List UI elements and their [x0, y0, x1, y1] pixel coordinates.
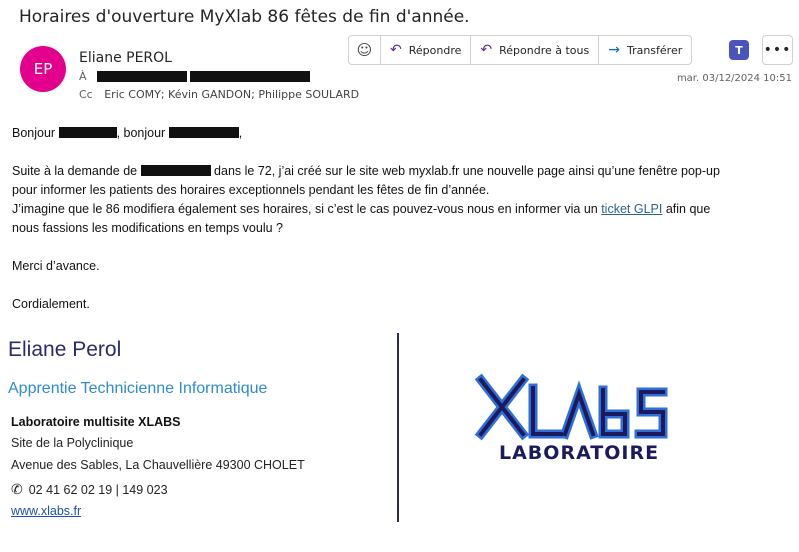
teams-icon: T — [729, 40, 749, 60]
signature-site: Site de la Polyclinique — [11, 436, 134, 450]
reply-button[interactable]: ↶ Répondre — [381, 36, 472, 64]
reaction-button[interactable]: ☺ — [349, 36, 381, 64]
message-body: Bonjour , bonjour , Suite à la demande d… — [12, 124, 797, 314]
redacted-recipient — [96, 71, 187, 82]
forward-button[interactable]: → Transférer — [599, 36, 691, 64]
cc-label: Cc — [79, 88, 93, 101]
redacted-name — [58, 127, 117, 138]
paragraph-line: pour informer les patients des horaires … — [12, 183, 490, 197]
more-icon: ••• — [763, 42, 792, 58]
to-row: À — [79, 70, 310, 83]
reply-label: Répondre — [408, 43, 462, 57]
logo-subtitle: LABORATOIRE — [499, 442, 660, 464]
signature-name: Eliane Perol — [8, 338, 122, 361]
phone-icon: ✆ — [11, 481, 23, 497]
forward-icon: → — [608, 42, 620, 58]
greeting-line: Bonjour , bonjour , — [12, 124, 797, 143]
cc-recipients[interactable]: Eric COMY; Kévin GANDON; Philippe SOULAR… — [104, 88, 359, 101]
reply-all-label: Répondre à tous — [499, 43, 590, 57]
redacted-name — [168, 127, 239, 138]
signature-phone: ✆ 02 41 62 02 19 | 149 023 — [11, 481, 168, 498]
redacted-name — [140, 165, 211, 176]
reply-all-button[interactable]: ↶ Répondre à tous — [471, 36, 600, 64]
to-label: À — [79, 70, 87, 83]
sender-name[interactable]: Eliane PEROL — [79, 50, 172, 66]
greeting-text: , — [238, 126, 243, 140]
email-subject: Horaires d'ouverture MyXlab 86 fêtes de … — [19, 7, 470, 27]
redacted-recipient — [189, 71, 310, 82]
signature-divider — [397, 333, 399, 522]
thanks-line: Merci d’avance. — [12, 259, 100, 273]
paragraph-text: Suite à la demande de — [12, 164, 141, 178]
reply-all-icon: ↶ — [480, 42, 493, 58]
signature-title: Apprentie Technicienne Informatique — [8, 380, 268, 397]
smiley-icon: ☺ — [356, 41, 373, 59]
paragraph-line: nous fassions les modifications en temps… — [12, 221, 283, 235]
more-actions-button[interactable]: ••• — [762, 35, 793, 65]
paragraph-line: J’imagine que le 86 modifiera également … — [12, 200, 797, 219]
forward-label: Transférer — [626, 43, 683, 57]
greeting-text: , bonjour — [116, 126, 169, 140]
greeting-text: Bonjour — [12, 126, 59, 140]
signature-lab: Laboratoire multisite XLABS — [11, 415, 181, 429]
message-date: mar. 03/12/2024 10:51 — [676, 73, 792, 84]
avatar[interactable]: EP — [20, 46, 66, 92]
closing-line: Cordialement. — [12, 297, 90, 311]
ticket-glpi-link[interactable]: ticket GLPI — [601, 202, 662, 216]
paragraph-line: Suite à la demande de dans le 72, j’ai c… — [12, 162, 797, 181]
signature-website-link[interactable]: www.xlabs.fr — [11, 504, 81, 518]
paragraph-text: J’imagine que le 86 modifiera également … — [12, 202, 602, 216]
cc-row: Cc Eric COMY; Kévin GANDON; Philippe SOU… — [79, 88, 359, 101]
teams-button[interactable]: T — [724, 35, 754, 65]
paragraph-text: dans le 72, j’ai créé sur le site web my… — [210, 164, 720, 178]
phone-number: 02 41 62 02 19 | 149 023 — [28, 483, 168, 497]
paragraph-text: afin que — [662, 202, 711, 216]
message-toolbar: ☺ ↶ Répondre ↶ Répondre à tous → Transfé… — [348, 35, 693, 65]
signature-address: Avenue des Sables, La Chauvellière 49300… — [11, 458, 305, 472]
reply-icon: ↶ — [390, 42, 402, 58]
